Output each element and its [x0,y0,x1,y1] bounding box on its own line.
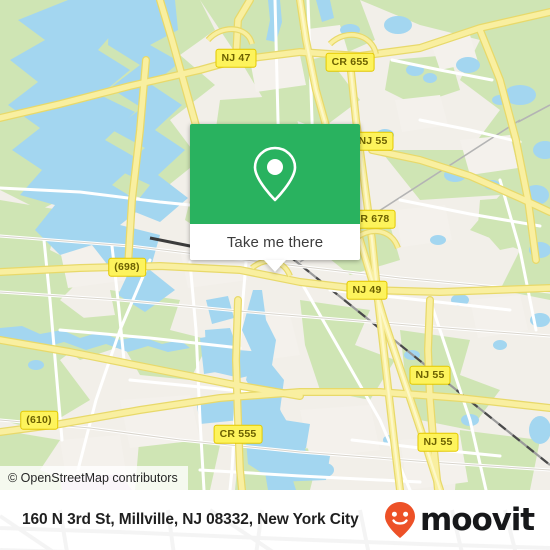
road-shield: CR 655 [325,52,375,72]
moovit-map-screenshot: NJ 47 CR 655 NJ 55 CR 678 (698) NJ 49 NJ… [0,0,550,550]
road-shield: (610) [20,410,58,430]
popup-header [190,124,360,224]
osm-attribution-text: © OpenStreetMap contributors [8,471,178,485]
take-me-there-popup[interactable]: Take me there [190,124,360,272]
road-shield: NJ 55 [417,432,459,452]
map-canvas[interactable]: NJ 47 CR 655 NJ 55 CR 678 (698) NJ 49 NJ… [0,0,550,490]
popup-action-bar[interactable]: Take me there [190,224,360,260]
moovit-smiling-pin-icon [385,502,416,538]
map-pin-icon [253,146,297,202]
address-label: 160 N 3rd St, Millville, NJ 08332, New Y… [22,511,359,528]
road-shield: (698) [108,257,146,277]
moovit-wordmark: moovit [420,501,535,538]
footer-bar: 160 N 3rd St, Millville, NJ 08332, New Y… [0,490,550,550]
road-shield: CR 555 [213,424,263,444]
osm-attribution[interactable]: © OpenStreetMap contributors [0,466,188,490]
road-shield: NJ 49 [346,280,388,300]
popup-pointer-tail [264,260,286,272]
road-shield: NJ 55 [409,365,451,385]
road-shield: NJ 47 [215,48,257,68]
take-me-there-label: Take me there [226,233,324,251]
moovit-brand: moovit [383,500,535,540]
